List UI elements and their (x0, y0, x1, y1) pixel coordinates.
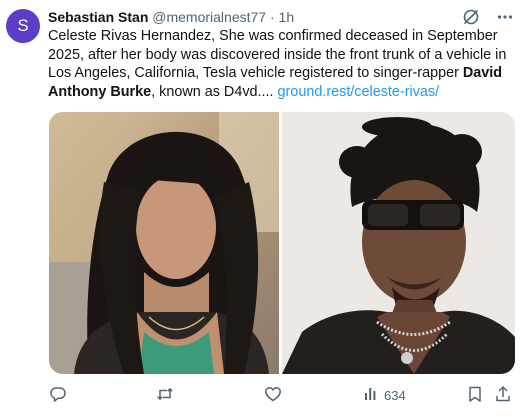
tweet-text: Celeste Rivas Hernandez, She was confirm… (48, 27, 518, 101)
like-button[interactable] (264, 385, 363, 406)
tweet-link[interactable]: ground.rest/celeste-rivas/ (278, 84, 440, 100)
tweet-header: Sebastian Stan @memorialnest77 · 1h (48, 8, 294, 26)
share-button[interactable] (494, 385, 514, 406)
tweet-text-part2: , known as D4vd.... (151, 83, 278, 100)
bookmark-button[interactable] (466, 385, 494, 406)
separator-dot: · (269, 9, 275, 25)
tweet-text-part1: Celeste Rivas Hernandez, She was confirm… (48, 28, 507, 81)
retweet-button[interactable] (156, 385, 263, 406)
share-icon (494, 385, 512, 406)
bookmark-icon (466, 385, 484, 406)
avatar-letter: S (17, 16, 29, 35)
action-bar: 634 (49, 384, 514, 406)
views-count: 634 (383, 387, 406, 403)
avatar[interactable]: S (6, 9, 40, 43)
like-icon (264, 385, 282, 406)
reply-icon (49, 385, 67, 406)
timestamp[interactable]: 1h (279, 9, 295, 25)
author-name[interactable]: Sebastian Stan (48, 9, 148, 25)
views-icon (363, 386, 379, 405)
reply-button[interactable] (49, 385, 156, 406)
media-grid (49, 112, 515, 374)
author-handle[interactable]: @memorialnest77 (152, 9, 266, 25)
views-button[interactable]: 634 (363, 386, 466, 405)
retweet-icon (156, 385, 174, 406)
photo-right[interactable] (282, 112, 515, 374)
photo-left[interactable] (49, 112, 279, 374)
